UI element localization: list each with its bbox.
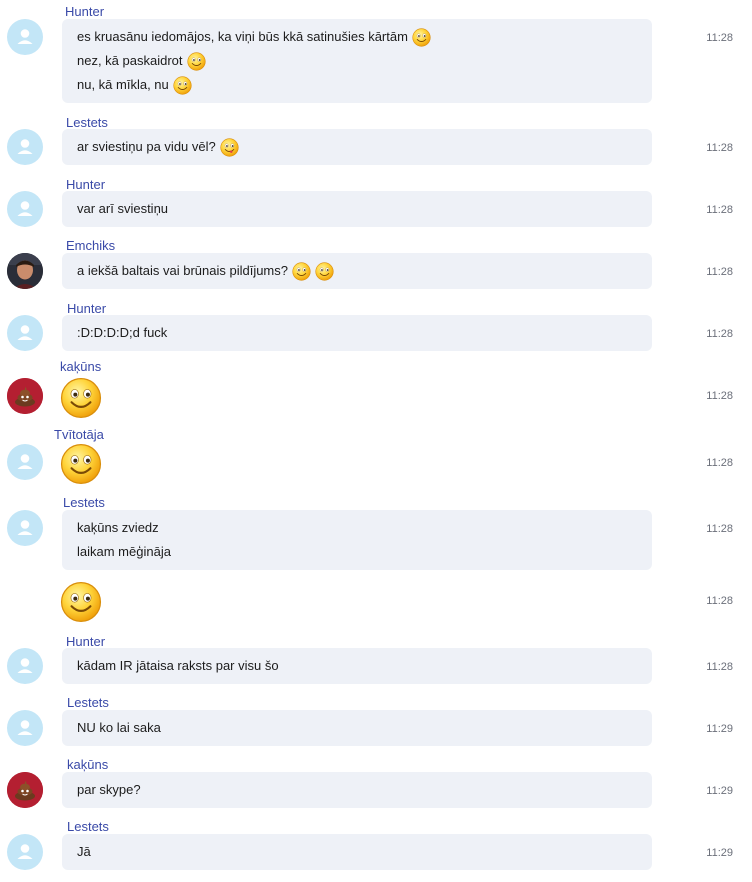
smile-emoji-icon (173, 75, 192, 95)
sender-name[interactable]: Hunter (66, 634, 105, 649)
sender-name[interactable]: Lestets (63, 495, 105, 510)
sender-name[interactable]: kaķūns (60, 359, 101, 374)
avatar[interactable] (7, 253, 43, 289)
message-line: :D:D:D:D;d fuck (77, 321, 652, 345)
message-timestamp: 11:28 (706, 595, 733, 607)
avatar[interactable] (7, 444, 43, 480)
avatar[interactable] (7, 191, 43, 227)
message-line: kādam IR jātaisa raksts par visu šo (77, 654, 652, 678)
message-timestamp: 11:28 (706, 390, 733, 402)
message-timestamp: 11:28 (706, 457, 733, 469)
tongue-out-emoji-icon (220, 137, 239, 157)
message-timestamp: 11:28 (706, 328, 733, 340)
message-text: ar sviestiņu pa vidu vēl? (77, 139, 216, 154)
message-bubble[interactable]: :D:D:D:D;d fuck (62, 315, 652, 351)
message-line: par skype? (77, 778, 652, 802)
message-timestamp: 11:28 (706, 523, 733, 535)
smile-emoji-icon (60, 443, 102, 485)
message-line: ar sviestiņu pa vidu vēl? (77, 135, 652, 159)
sender-name[interactable]: Tvītotāja (54, 427, 104, 442)
message-text: nez, kā paskaidrot (77, 53, 183, 68)
avatar[interactable] (7, 648, 43, 684)
message-line: es kruasānu iedomājos, ka viņi būs kkā s… (77, 25, 652, 49)
avatar[interactable] (7, 19, 43, 55)
message-timestamp: 11:28 (706, 661, 733, 673)
message-text: :D:D:D:D;d fuck (77, 325, 168, 340)
message-timestamp: 11:28 (706, 204, 733, 216)
message-text: laikam mēģināja (77, 544, 171, 559)
sender-name[interactable]: kaķūns (67, 757, 108, 772)
smile-emoji-icon (292, 261, 311, 281)
message-line: var arī sviestiņu (77, 197, 652, 221)
message-timestamp: 11:29 (706, 723, 733, 735)
avatar[interactable] (7, 772, 43, 808)
avatar[interactable] (7, 710, 43, 746)
chat-history: Hunter es kruasānu iedomājos, ka viņi būs… (0, 0, 752, 882)
smile-emoji-icon (186, 51, 206, 71)
message-timestamp: 11:28 (706, 266, 733, 278)
sender-name[interactable]: Hunter (66, 177, 105, 192)
sender-name[interactable]: Hunter (65, 4, 104, 19)
message-text: kaķūns zviedz (77, 520, 159, 535)
message-bubble[interactable]: var arī sviestiņu (62, 191, 652, 227)
sender-name[interactable]: Lestets (67, 695, 109, 710)
message-text: kādam IR jātaisa raksts par visu šo (77, 658, 279, 673)
message-bubble[interactable]: kādam IR jātaisa raksts par visu šo (62, 648, 652, 684)
avatar[interactable] (7, 129, 43, 165)
message-text: Jā (77, 844, 91, 859)
message-line: a iekšā baltais vai brūnais pildījums? (77, 259, 652, 283)
message-text: a iekšā baltais vai brūnais pildījums? (77, 263, 288, 278)
message-bubble[interactable]: ar sviestiņu pa vidu vēl? (62, 129, 652, 165)
message-timestamp: 11:28 (706, 142, 733, 154)
message-line: nu, kā mīkla, nu (77, 73, 652, 97)
message-line: nez, kā paskaidrot (77, 49, 652, 73)
avatar[interactable] (7, 510, 43, 546)
message-bubble[interactable]: kaķūns zviedz laikam mēģināja (62, 510, 652, 570)
smile-emoji-icon (60, 377, 102, 419)
smile-emoji-icon (412, 27, 431, 47)
message-timestamp: 11:28 (706, 32, 733, 44)
message-text: es kruasānu iedomājos, ka viņi būs kkā s… (77, 29, 408, 44)
message-bubble[interactable]: Jā (62, 834, 652, 870)
message-bubble[interactable]: par skype? (62, 772, 652, 808)
message-line: kaķūns zviedz (77, 516, 652, 540)
message-timestamp: 11:29 (706, 847, 733, 859)
message-line: Jā (77, 840, 652, 864)
smile-emoji-icon (60, 581, 102, 623)
avatar[interactable] (7, 315, 43, 351)
sender-name[interactable]: Hunter (67, 301, 106, 316)
message-text: var arī sviestiņu (77, 201, 169, 216)
sender-name[interactable]: Lestets (67, 819, 109, 834)
message-text: par skype? (77, 782, 141, 797)
smile-emoji-icon (315, 261, 334, 281)
sender-name[interactable]: Emchiks (66, 238, 115, 253)
sender-name[interactable]: Lestets (66, 115, 108, 130)
message-timestamp: 11:29 (706, 785, 733, 797)
message-line: laikam mēģināja (77, 540, 652, 564)
message-bubble[interactable]: NU ko lai saka (62, 710, 652, 746)
avatar[interactable] (7, 378, 43, 414)
message-line: NU ko lai saka (77, 716, 652, 740)
message-text: nu, kā mīkla, nu (77, 77, 169, 92)
avatar[interactable] (7, 834, 43, 870)
message-bubble[interactable]: a iekšā baltais vai brūnais pildījums? (62, 253, 652, 289)
message-bubble[interactable]: es kruasānu iedomājos, ka viņi būs kkā s… (62, 19, 652, 103)
message-text: NU ko lai saka (77, 720, 161, 735)
